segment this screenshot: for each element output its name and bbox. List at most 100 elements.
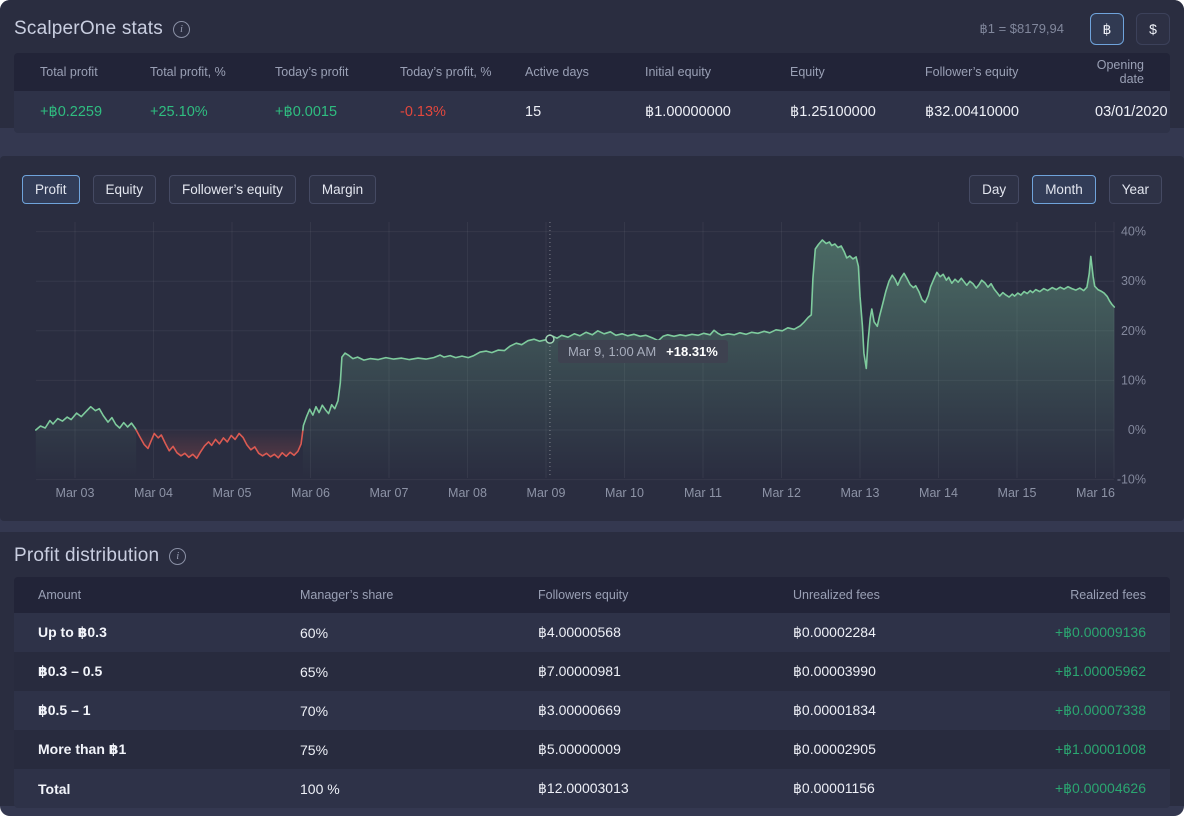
- table-cell: +฿1.00001008: [970, 741, 1170, 758]
- table-cell: Total: [38, 781, 300, 797]
- table-cell: 75%: [300, 742, 538, 758]
- stats-section: ScalperOne stats i ฿1 = $8179,94 ฿$ Tota…: [0, 0, 1184, 128]
- table-row: Total100 %฿12.00003013฿0.00001156+฿0.000…: [14, 769, 1170, 808]
- table-cell: ฿7.00000981: [538, 663, 793, 680]
- table-row: ฿0.3 – 0.565%฿7.00000981฿0.00003990+฿1.0…: [14, 652, 1170, 691]
- table-cell: 60%: [300, 625, 538, 641]
- table-cell: ฿0.00002905: [793, 741, 970, 758]
- metric-tab-equity[interactable]: Equity: [93, 175, 157, 204]
- svg-text:Mar 15: Mar 15: [998, 486, 1037, 500]
- app-window: ScalperOne stats i ฿1 = $8179,94 ฿$ Tota…: [0, 0, 1184, 816]
- stats-header-row: ScalperOne stats i ฿1 = $8179,94 ฿$: [0, 0, 1184, 45]
- svg-text:Mar 08: Mar 08: [448, 486, 487, 500]
- svg-text:Mar 11: Mar 11: [684, 486, 722, 500]
- stats-column-header: Follower’s equity: [925, 65, 1095, 79]
- svg-text:Mar 10: Mar 10: [605, 486, 644, 500]
- stats-table-values: +฿0.2259+25.10%+฿0.0015-0.13%15฿1.000000…: [14, 91, 1170, 133]
- stats-value: ฿1.25100000: [790, 104, 925, 120]
- stats-value: ฿1.00000000: [645, 104, 790, 120]
- y-axis-labels: 40% 30% 20% 10% 0% -10%: [1117, 225, 1146, 487]
- distribution-column-header: Realized fees: [970, 588, 1170, 602]
- table-cell: ฿5.00000009: [538, 741, 793, 758]
- distribution-header-row: Profit distribution i: [0, 532, 1184, 567]
- currency-toggle: ฿$: [1090, 13, 1170, 45]
- svg-text:Mar 14: Mar 14: [919, 486, 958, 500]
- distribution-column-header: Manager’s share: [300, 588, 538, 602]
- table-cell: ฿0.00003990: [793, 663, 970, 680]
- svg-text:Mar 07: Mar 07: [370, 486, 409, 500]
- stats-column-header: Opening date: [1095, 58, 1170, 86]
- table-cell: Up to ฿0.3: [38, 624, 300, 641]
- stats-column-header: Total profit: [40, 65, 150, 79]
- metric-tab-follower-s-equity[interactable]: Follower’s equity: [169, 175, 296, 204]
- exchange-rate: ฿1 = $8179,94: [979, 21, 1064, 37]
- profit-chart[interactable]: 40%30%20%10%0%-10%Mar 03Mar 04Mar 05Mar …: [0, 156, 1184, 521]
- distribution-column-header: Followers equity: [538, 588, 793, 602]
- svg-text:10%: 10%: [1121, 373, 1146, 387]
- table-row: ฿0.5 – 170%฿3.00000669฿0.00001834+฿0.000…: [14, 691, 1170, 730]
- distribution-column-header: Amount: [38, 588, 300, 602]
- svg-text:Mar 12: Mar 12: [762, 486, 801, 500]
- stats-column-header: Active days: [525, 65, 645, 79]
- svg-text:Mar 05: Mar 05: [213, 486, 252, 500]
- range-tab-group: Day Month Year: [969, 175, 1162, 204]
- svg-text:Mar 03: Mar 03: [56, 486, 95, 500]
- stats-table: Total profitTotal profit, % Today’s profi…: [14, 53, 1170, 133]
- currency-button-[interactable]: ฿: [1090, 13, 1124, 45]
- svg-text:Mar 16: Mar 16: [1076, 486, 1115, 500]
- stats-column-header: Today’s profit, %: [400, 65, 525, 79]
- svg-text:30%: 30%: [1121, 274, 1146, 288]
- table-cell: ฿0.00001156: [793, 780, 970, 797]
- tooltip-value: +18.31%: [666, 344, 718, 359]
- table-cell: 100 %: [300, 781, 538, 797]
- metric-tab-margin[interactable]: Margin: [309, 175, 376, 204]
- metric-tab-profit[interactable]: Profit: [22, 175, 80, 204]
- table-cell: More than ฿1: [38, 741, 300, 758]
- stats-value: -0.13%: [400, 104, 525, 120]
- stats-column-header: Total profit, %: [150, 65, 275, 79]
- distribution-table-header: AmountManager’s shareFollowers equityUnr…: [14, 577, 1170, 613]
- chart-hover-marker: [546, 335, 554, 343]
- stats-table-header: Total profitTotal profit, % Today’s profi…: [14, 53, 1170, 91]
- svg-text:20%: 20%: [1121, 324, 1146, 338]
- stats-value: +฿0.0015: [275, 104, 400, 120]
- svg-text:-10%: -10%: [1117, 473, 1146, 487]
- profit-area: [36, 407, 136, 478]
- chart-tooltip: Mar 9, 1:00 AM +18.31%: [558, 340, 728, 363]
- svg-text:40%: 40%: [1121, 225, 1146, 239]
- table-cell: ฿0.00002284: [793, 624, 970, 641]
- svg-text:Mar 13: Mar 13: [841, 486, 880, 500]
- stats-value: ฿32.00410000: [925, 104, 1095, 120]
- table-cell: +฿0.00009136: [970, 624, 1170, 641]
- table-cell: +฿0.00007338: [970, 702, 1170, 719]
- info-icon[interactable]: i: [169, 548, 186, 565]
- range-tab-day[interactable]: Day: [969, 175, 1019, 204]
- table-cell: ฿12.00003013: [538, 780, 793, 797]
- tooltip-date: Mar 9, 1:00 AM: [568, 344, 656, 359]
- table-cell: +฿0.00004626: [970, 780, 1170, 797]
- stats-value: +฿0.2259: [40, 104, 150, 120]
- chart-section: Profit Equity Follower’s equity Margin Day M…: [0, 156, 1184, 521]
- table-cell: ฿0.5 – 1: [38, 702, 300, 719]
- chart-controls: Profit Equity Follower’s equity Margin Day M…: [22, 175, 1162, 204]
- stats-column-header: Equity: [790, 65, 925, 79]
- table-cell: 70%: [300, 703, 538, 719]
- svg-text:0%: 0%: [1128, 423, 1146, 437]
- distribution-column-header: Unrealized fees: [793, 588, 970, 602]
- range-tab-month[interactable]: Month: [1032, 175, 1096, 204]
- table-cell: ฿0.00001834: [793, 702, 970, 719]
- table-cell: ฿3.00000669: [538, 702, 793, 719]
- svg-text:Mar 09: Mar 09: [527, 486, 566, 500]
- stats-column-header: Initial equity: [645, 65, 790, 79]
- table-row: More than ฿175%฿5.00000009฿0.00002905+฿1…: [14, 730, 1170, 769]
- table-cell: +฿1.00005962: [970, 663, 1170, 680]
- currency-button-[interactable]: $: [1136, 13, 1170, 45]
- range-tab-year[interactable]: Year: [1109, 175, 1162, 204]
- page-title: ScalperOne stats: [14, 18, 163, 40]
- metric-tab-group: Profit Equity Follower’s equity Margin: [22, 175, 376, 204]
- distribution-table: AmountManager’s shareFollowers equityUnr…: [14, 577, 1170, 808]
- distribution-title: Profit distribution: [14, 545, 159, 567]
- distribution-table-body: Up to ฿0.360%฿4.00000568฿0.00002284+฿0.0…: [14, 613, 1170, 808]
- info-icon[interactable]: i: [173, 21, 190, 38]
- stats-value: +25.10%: [150, 104, 275, 120]
